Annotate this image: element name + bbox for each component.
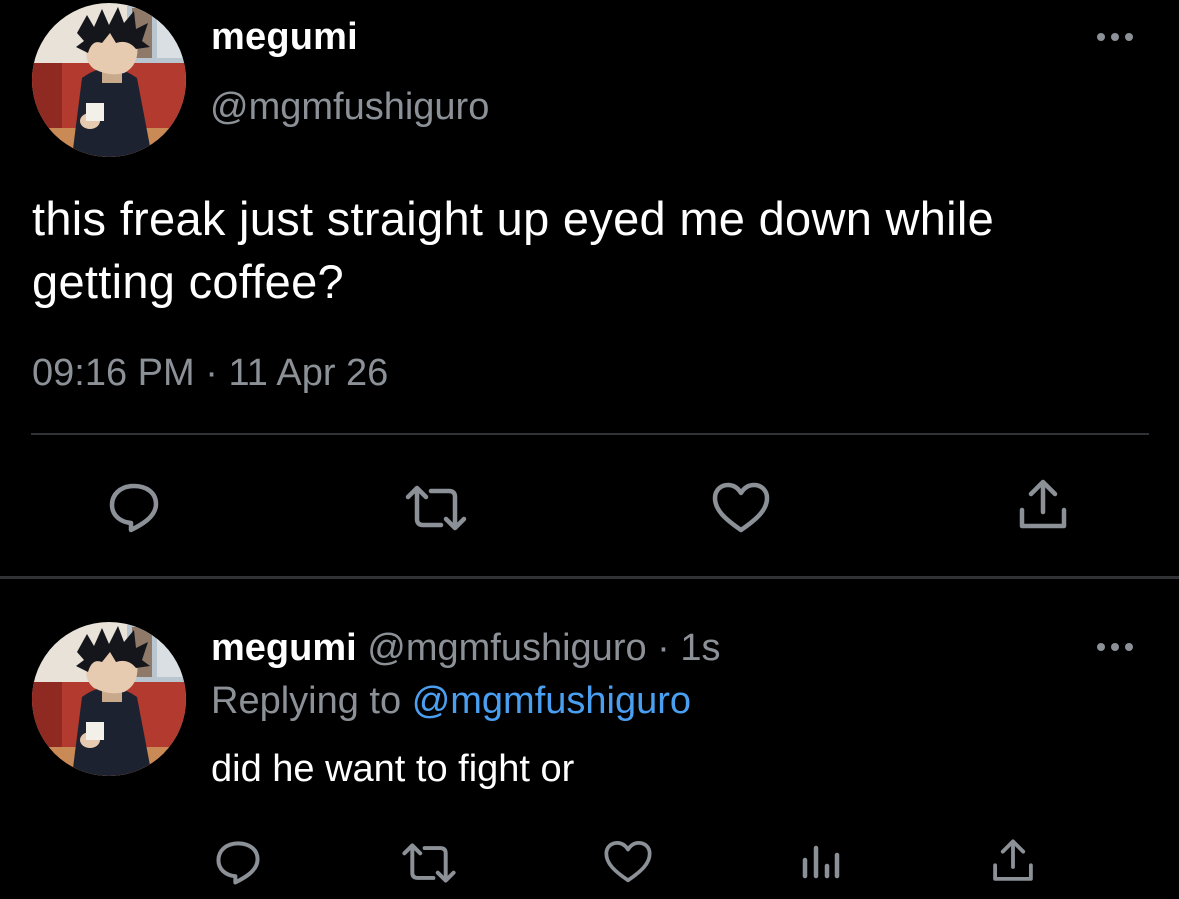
meta-separator: ·: [194, 352, 229, 394]
reply-icon[interactable]: [107, 480, 161, 534]
divider: [0, 576, 1179, 579]
tweet-text: this freak just straight up eyed me down…: [32, 192, 995, 308]
avatar[interactable]: [32, 3, 186, 157]
tweet-time-ago[interactable]: 1s: [680, 627, 720, 669]
user-handle[interactable]: @mgmfushiguro: [210, 86, 489, 129]
analytics-icon[interactable]: [801, 842, 841, 882]
tweet-timestamp[interactable]: 09:16 PM · 11 Apr 26: [32, 352, 388, 395]
divider: [31, 433, 1149, 435]
like-icon[interactable]: [603, 840, 653, 884]
meta-separator: ·: [646, 627, 681, 669]
share-icon[interactable]: [1016, 478, 1070, 532]
more-horizontal-icon[interactable]: [1094, 30, 1136, 44]
display-name[interactable]: megumi: [211, 627, 357, 669]
display-name[interactable]: megumi: [211, 16, 358, 59]
replying-to-handle-link[interactable]: @mgmfushiguro: [412, 680, 691, 722]
replying-to-label: Replying to: [211, 680, 402, 722]
replying-to: Replying to @mgmfushiguro: [211, 680, 691, 723]
retweet-icon[interactable]: [403, 483, 469, 533]
reply-header: megumi @mgmfushiguro · 1s: [211, 627, 721, 670]
reply-icon[interactable]: [214, 838, 262, 886]
avatar-image: [32, 3, 186, 157]
tweet-text: did he want to fight or: [211, 748, 575, 790]
tweet-date: 11 Apr 26: [228, 352, 389, 394]
tweet-time: 09:16 PM: [32, 352, 195, 394]
avatar[interactable]: [32, 622, 186, 776]
like-icon[interactable]: [711, 482, 771, 534]
share-icon[interactable]: [990, 838, 1036, 884]
more-horizontal-icon[interactable]: [1094, 640, 1136, 654]
retweet-icon[interactable]: [400, 841, 458, 885]
user-handle[interactable]: @mgmfushiguro: [367, 627, 646, 669]
avatar-image: [32, 622, 186, 776]
